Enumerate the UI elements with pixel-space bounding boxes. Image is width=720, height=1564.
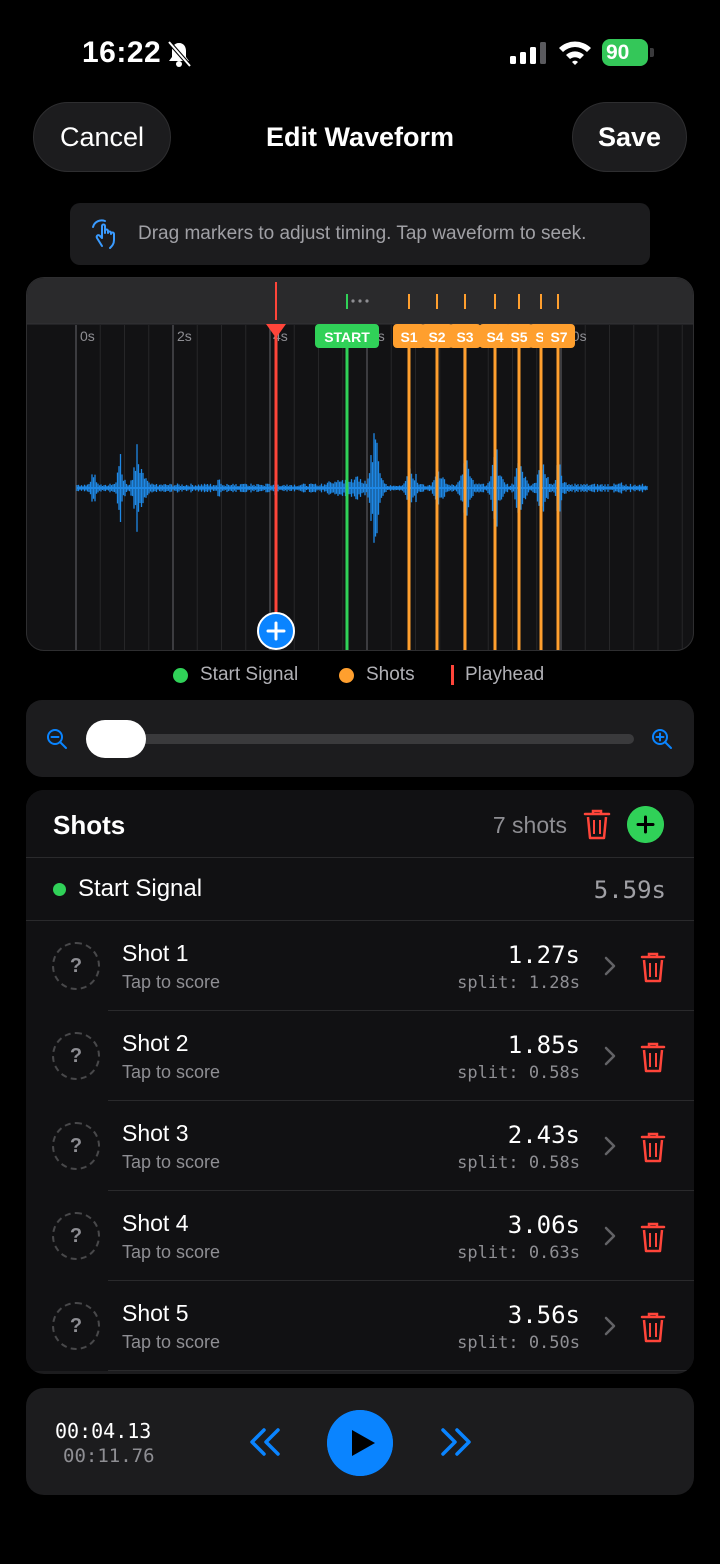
current-time: 00:04.13 — [55, 1419, 152, 1443]
shot-time: 2.43s — [507, 1121, 580, 1149]
hand-tap-icon — [92, 219, 115, 249]
chevron-right-icon[interactable] — [604, 1316, 616, 1336]
playback-controls: 00:04.13 00:11.76 — [26, 1388, 694, 1495]
chevron-right-icon[interactable] — [604, 1136, 616, 1156]
waveform-legend: Start Signal Shots Playhead — [0, 664, 720, 690]
delete-trash-icon[interactable] — [640, 951, 666, 983]
shot-name: Shot 1 — [122, 940, 189, 966]
start-signal-row[interactable]: Start Signal 5.59s — [26, 858, 694, 921]
shot-marker-4-label: S4 — [486, 329, 503, 345]
shot-subtitle: Tap to score — [122, 972, 221, 992]
shot-marker-1-label: S1 — [400, 329, 417, 345]
shot-name: Shot 4 — [122, 1210, 189, 1236]
start-signal-dot-icon — [53, 883, 66, 896]
start-signal-time: 5.59s — [593, 876, 666, 904]
rewind-icon[interactable] — [248, 1426, 282, 1458]
shot-name: Shot 3 — [122, 1120, 189, 1146]
start-dot-icon — [173, 667, 188, 683]
shot-name: Shot 2 — [122, 1030, 189, 1056]
delete-all-trash-icon[interactable] — [583, 808, 611, 840]
zoom-out-icon[interactable] — [46, 728, 68, 750]
add-shot-at-playhead-button[interactable] — [257, 612, 295, 650]
start-marker-label: START — [324, 329, 370, 345]
add-shot-button[interactable] — [627, 806, 664, 843]
legend-playhead: Playhead — [451, 664, 544, 686]
legend-start: Start Signal — [173, 664, 298, 686]
score-button[interactable]: ? — [52, 1122, 100, 1170]
zoom-slider-track[interactable] — [114, 734, 634, 744]
shot-marker-5-label: S5 — [510, 329, 527, 345]
delete-trash-icon[interactable] — [640, 1311, 666, 1343]
shot-split: split: 0.58s — [457, 1153, 580, 1173]
shots-count: 7 shots — [492, 812, 567, 838]
shot-marker-7-label: S7 — [550, 329, 567, 345]
shot-marker-2-label: S2 — [428, 329, 445, 345]
shot-marker-3-label: S3 — [456, 329, 473, 345]
shot-row-4[interactable]: ? Shot 4 Tap to score 3.06s split: 0.63s — [26, 1191, 694, 1281]
total-time: 00:11.76 — [63, 1445, 155, 1467]
playhead-bar-icon — [451, 665, 454, 685]
chevron-right-icon[interactable] — [604, 1046, 616, 1066]
shots-panel: Shots 7 shots Start Signal 5.59s ? Shot … — [26, 790, 694, 1374]
play-button[interactable] — [327, 1410, 393, 1476]
status-bar: 16:22 90 — [0, 0, 720, 100]
playhead[interactable] — [266, 324, 286, 618]
shot-time: 1.85s — [507, 1031, 580, 1059]
shot-split: split: 0.63s — [457, 1243, 580, 1263]
waveform-editor[interactable]: 0s 2s 4s 6s 8s 10s START S1 S2 — [26, 277, 694, 651]
zoom-slider-thumb[interactable] — [86, 720, 146, 758]
shot-subtitle: Tap to score — [122, 1242, 221, 1262]
shot-subtitle: Tap to score — [122, 1332, 221, 1352]
delete-trash-icon[interactable] — [640, 1221, 666, 1253]
score-button[interactable]: ? — [52, 1302, 100, 1350]
battery-level: 90 — [606, 41, 630, 64]
chevron-right-icon[interactable] — [604, 1226, 616, 1246]
shot-split: split: 0.50s — [457, 1333, 580, 1353]
shot-subtitle: Tap to score — [122, 1152, 221, 1172]
shot-row-3[interactable]: ? Shot 3 Tap to score 2.43s split: 0.58s — [26, 1101, 694, 1191]
fast-forward-icon[interactable] — [439, 1426, 473, 1458]
save-button[interactable]: Save — [572, 102, 687, 172]
shot-row-2[interactable]: ? Shot 2 Tap to score 1.85s split: 0.58s — [26, 1011, 694, 1101]
shot-time: 1.27s — [507, 941, 580, 969]
shot-time: 3.56s — [507, 1301, 580, 1329]
status-time: 16:22 — [82, 36, 162, 69]
hint-text: Drag markers to adjust timing. Tap wavef… — [138, 223, 587, 244]
shot-row-1[interactable]: ? Shot 1 Tap to score 1.27s split: 1.28s — [26, 921, 694, 1011]
shots-dot-icon — [339, 667, 354, 683]
hint-banner: Drag markers to adjust timing. Tap wavef… — [70, 203, 650, 265]
score-button[interactable]: ? — [52, 942, 100, 990]
score-button[interactable]: ? — [52, 1032, 100, 1080]
shot-split: split: 0.58s — [457, 1063, 580, 1083]
bell-muted-icon — [167, 40, 192, 68]
legend-playhead-label: Playhead — [465, 664, 545, 685]
shots-title: Shots — [53, 810, 126, 840]
shot-subtitle: Tap to score — [122, 1062, 221, 1082]
legend-shots: Shots — [339, 664, 415, 686]
time-label-2: 2s — [177, 328, 192, 344]
waveform-canvas[interactable]: 0s 2s 4s 6s 8s 10s START S1 S2 — [27, 278, 694, 651]
delete-trash-icon[interactable] — [640, 1041, 666, 1073]
zoom-in-icon[interactable] — [651, 728, 673, 750]
shot-row-5[interactable]: ? Shot 5 Tap to score 3.56s split: 0.50s — [26, 1281, 694, 1371]
score-button[interactable]: ? — [52, 1212, 100, 1260]
battery-icon: 90 — [602, 39, 654, 66]
cellular-signal-icon — [510, 42, 546, 64]
wifi-icon — [559, 41, 591, 65]
time-label-0: 0s — [80, 328, 95, 344]
shots-header: Shots 7 shots — [26, 790, 694, 858]
legend-start-label: Start Signal — [200, 664, 299, 685]
shot-name: Shot 5 — [122, 1300, 189, 1326]
chevron-right-icon[interactable] — [604, 956, 616, 976]
delete-trash-icon[interactable] — [640, 1131, 666, 1163]
shot-time: 3.06s — [507, 1211, 580, 1239]
start-signal-label: Start Signal — [78, 875, 203, 902]
shot-split: split: 1.28s — [457, 973, 580, 993]
legend-shots-label: Shots — [366, 664, 415, 685]
zoom-control — [26, 700, 694, 777]
